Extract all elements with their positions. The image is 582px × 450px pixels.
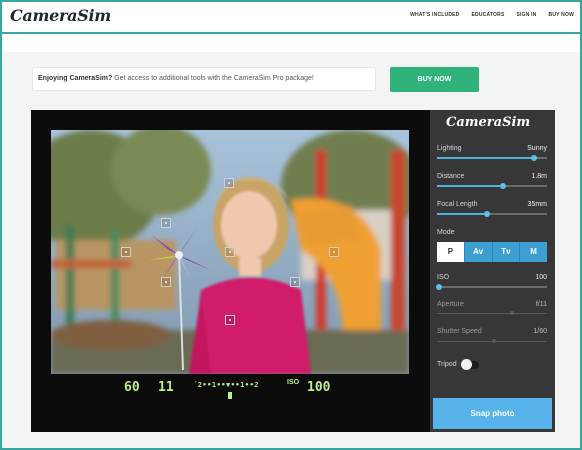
aperture-value: f/11 <box>535 301 547 308</box>
focal-length-value: 35mm <box>527 201 547 208</box>
distance-slider-fill <box>437 185 503 187</box>
focal-length-label: Focal Length <box>437 201 478 208</box>
lighting-value: Sunny <box>527 145 547 152</box>
distance-slider-handle[interactable] <box>500 183 506 189</box>
aperture-label: Aperture <box>437 301 464 308</box>
mode-tv-button[interactable]: Tv <box>492 242 521 262</box>
nav-sign-in[interactable]: SIGN IN <box>517 12 537 18</box>
top-nav: WHAT'S INCLUDED EDUCATORS SIGN IN BUY NO… <box>410 12 574 18</box>
viewfinder-iso: 100 <box>307 380 331 395</box>
viewfinder-shutter: 60 <box>124 380 140 395</box>
lighting-label: Lighting <box>437 145 462 152</box>
mode-av-button[interactable]: Av <box>464 242 493 262</box>
iso-label: ISO <box>437 274 450 281</box>
shutter-speed-value: 1/60 <box>533 328 547 335</box>
panel-logo: CameraSim <box>446 115 531 130</box>
mode-label: Mode <box>437 229 455 236</box>
viewfinder-aperture: 11 <box>158 380 174 395</box>
snap-photo-button[interactable]: Snap photo <box>433 398 552 429</box>
focal-length-slider-handle[interactable] <box>483 211 490 217</box>
promo-lead: Enjoying CameraSim? <box>38 75 113 82</box>
aperture-slider-handle <box>509 311 514 315</box>
nav-whats-included[interactable]: WHAT'S INCLUDED <box>410 12 459 18</box>
lighting-slider-fill <box>437 157 534 159</box>
buy-now-button[interactable]: BUY NOW <box>390 67 479 92</box>
site-logo[interactable]: CameraSim <box>10 6 111 25</box>
promo-text: Get access to additional tools with the … <box>112 75 314 82</box>
af-point <box>225 315 235 325</box>
nav-buy-now[interactable]: BUY NOW <box>549 12 574 18</box>
shutter-speed-label: Shutter Speed <box>437 328 482 335</box>
mode-selector: P Av Tv M <box>437 242 547 262</box>
exposure-indicator <box>228 392 232 399</box>
lighting-slider-handle[interactable] <box>530 155 537 161</box>
aperture-slider <box>437 313 547 314</box>
iso-slider-handle[interactable] <box>436 284 442 290</box>
af-point <box>329 247 339 257</box>
viewfinder-iso-label: ISO <box>287 379 300 386</box>
nav-educators[interactable]: EDUCATORS <box>471 12 504 18</box>
af-point <box>290 277 300 287</box>
iso-value: 100 <box>535 274 547 281</box>
promo-banner: Enjoying CameraSim? Get access to additi… <box>32 67 376 91</box>
af-point <box>161 277 171 287</box>
focal-length-slider-fill <box>437 213 487 215</box>
exposure-meter: ´2••1••▼••1••2 <box>193 381 260 389</box>
header-divider <box>2 32 580 34</box>
distance-value: 1.8m <box>531 173 547 180</box>
mode-p-button[interactable]: P <box>437 242 465 262</box>
af-point <box>225 247 235 257</box>
mode-m-button[interactable]: M <box>520 242 547 262</box>
site-header: CameraSim WHAT'S INCLUDED EDUCATORS SIGN… <box>2 2 580 32</box>
af-point <box>121 247 131 257</box>
iso-slider[interactable] <box>437 286 547 288</box>
tripod-label: Tripod <box>437 361 457 368</box>
af-point <box>224 178 234 188</box>
distance-label: Distance <box>437 173 465 180</box>
tripod-toggle-knob[interactable] <box>461 359 472 370</box>
af-point <box>161 218 171 228</box>
